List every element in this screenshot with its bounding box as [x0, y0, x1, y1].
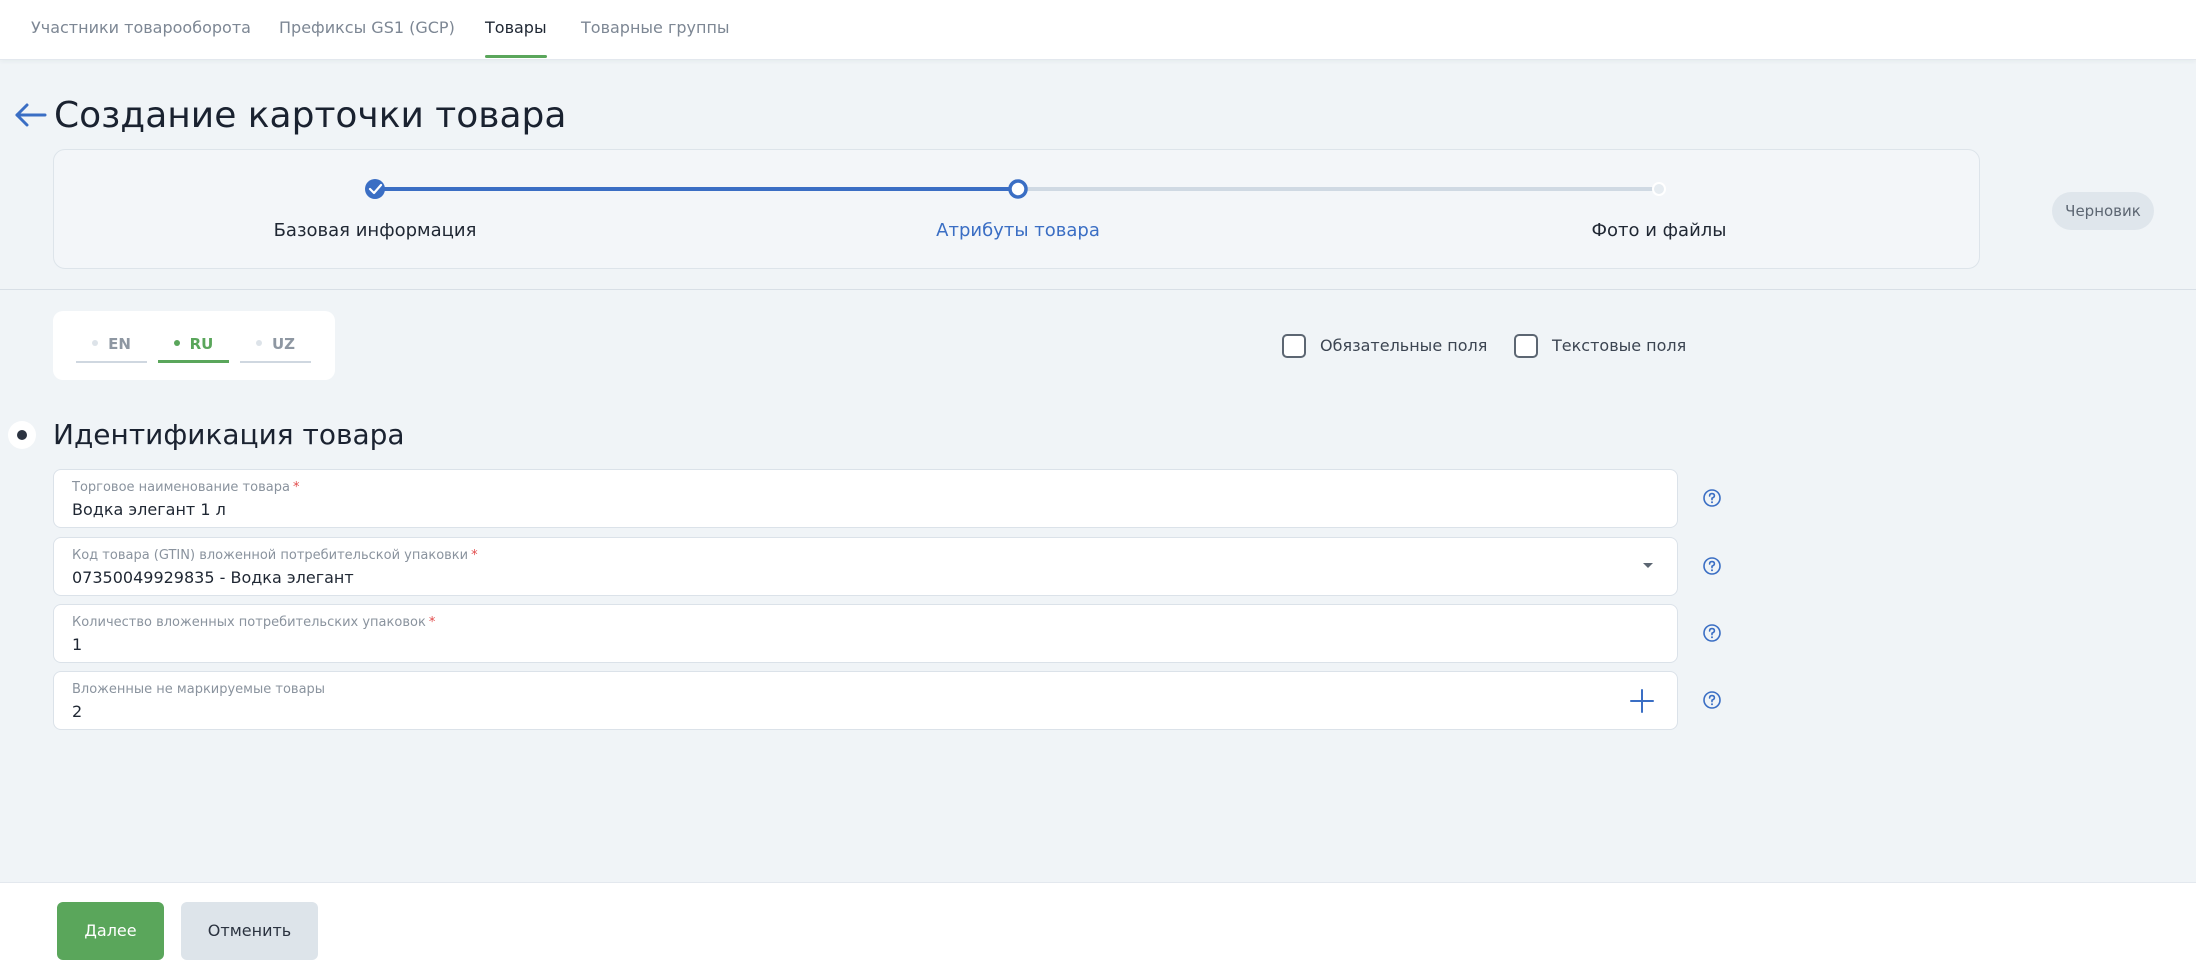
lang-label-en: EN	[108, 335, 131, 353]
status-badge: Черновик	[2052, 192, 2154, 230]
field-label-text: Торговое наименование товара	[72, 480, 290, 495]
tab-trade-participants[interactable]: Участники товарооборота	[31, 0, 251, 60]
tab-gs1-prefixes[interactable]: Префиксы GS1 (GCP)	[279, 0, 455, 60]
back-arrow-icon[interactable]	[14, 100, 48, 130]
package-quantity-field[interactable]: Количество вложенных потребительских упа…	[53, 604, 1678, 663]
field-value[interactable]: 1	[72, 635, 82, 654]
lang-tab-ru[interactable]: RU	[158, 331, 229, 363]
checkbox-box[interactable]	[1514, 334, 1538, 358]
next-button[interactable]: Далее	[57, 902, 164, 960]
step-done-check-icon	[365, 179, 385, 199]
top-navigation: Участники товарооборота Префиксы GS1 (GC…	[0, 0, 2196, 60]
step-pending-marker	[1652, 182, 1666, 196]
tab-product-groups[interactable]: Товарные группы	[581, 0, 730, 60]
required-fields-checkbox[interactable]: Обязательные поля	[1282, 334, 1492, 360]
field-label: Вложенные не маркируемые товары	[72, 682, 328, 697]
trade-name-field[interactable]: Торговое наименование товара * Водка элег…	[53, 469, 1678, 528]
section-bullet-icon	[8, 421, 36, 449]
gtin-select[interactable]: Код товара (GTIN) вложенной потребительс…	[53, 537, 1678, 596]
text-fields-checkbox[interactable]: Текстовые поля	[1514, 334, 1704, 360]
step-current-marker	[1008, 179, 1028, 199]
text-fields-label: Текстовые поля	[1552, 336, 1687, 355]
help-icon[interactable]	[1702, 488, 1722, 508]
help-icon[interactable]	[1702, 690, 1722, 710]
chevron-down-icon[interactable]	[1643, 563, 1653, 568]
section-title: Идентификация товара	[53, 418, 405, 451]
field-label-text: Код товара (GTIN) вложенной потребительс…	[72, 548, 469, 563]
required-mark: *	[471, 548, 478, 563]
lang-label-uz: UZ	[271, 335, 296, 353]
field-label-text: Вложенные не маркируемые товары	[72, 682, 326, 697]
non-marked-goods-field[interactable]: Вложенные не маркируемые товары 2	[53, 671, 1678, 730]
help-icon[interactable]	[1702, 556, 1722, 576]
field-label: Код товара (GTIN) вложенной потребительс…	[72, 548, 478, 563]
stepper-track	[365, 179, 1666, 199]
field-value[interactable]: 07350049929835 - Водка элегант	[72, 568, 354, 587]
stepper: Базовая информация Атрибуты товара Фото …	[53, 149, 1980, 269]
field-label: Торговое наименование товара *	[72, 480, 299, 495]
step-label-attributes[interactable]: Атрибуты товара	[936, 220, 1100, 241]
required-fields-label: Обязательные поля	[1320, 336, 1488, 355]
divider	[0, 289, 2196, 290]
lang-tab-uz[interactable]: UZ	[240, 331, 311, 363]
footer-actions: Далее Отменить	[0, 882, 2196, 971]
field-label: Количество вложенных потребительских упа…	[72, 615, 435, 630]
lang-dot-icon	[92, 340, 99, 346]
required-mark: *	[292, 480, 300, 495]
language-switcher: EN RU UZ	[53, 311, 335, 380]
required-mark: *	[428, 615, 436, 630]
lang-dot-icon	[255, 340, 262, 346]
tab-products[interactable]: Товары	[485, 0, 547, 60]
lang-tab-en[interactable]: EN	[76, 331, 147, 363]
step-label-basic-info[interactable]: Базовая информация	[274, 220, 477, 241]
help-icon[interactable]	[1702, 623, 1722, 643]
lang-label-ru: RU	[189, 335, 214, 353]
field-value[interactable]: 2	[72, 702, 82, 721]
lang-dot-icon	[173, 340, 180, 346]
checkbox-box[interactable]	[1282, 334, 1306, 358]
field-value[interactable]: Водка элегант 1 л	[72, 500, 226, 519]
cancel-button[interactable]: Отменить	[181, 902, 318, 960]
page-title: Создание карточки товара	[54, 95, 567, 136]
field-label-text: Количество вложенных потребительских упа…	[72, 615, 426, 630]
step-label-photos-files[interactable]: Фото и файлы	[1592, 220, 1727, 241]
plus-icon[interactable]	[1627, 686, 1657, 716]
